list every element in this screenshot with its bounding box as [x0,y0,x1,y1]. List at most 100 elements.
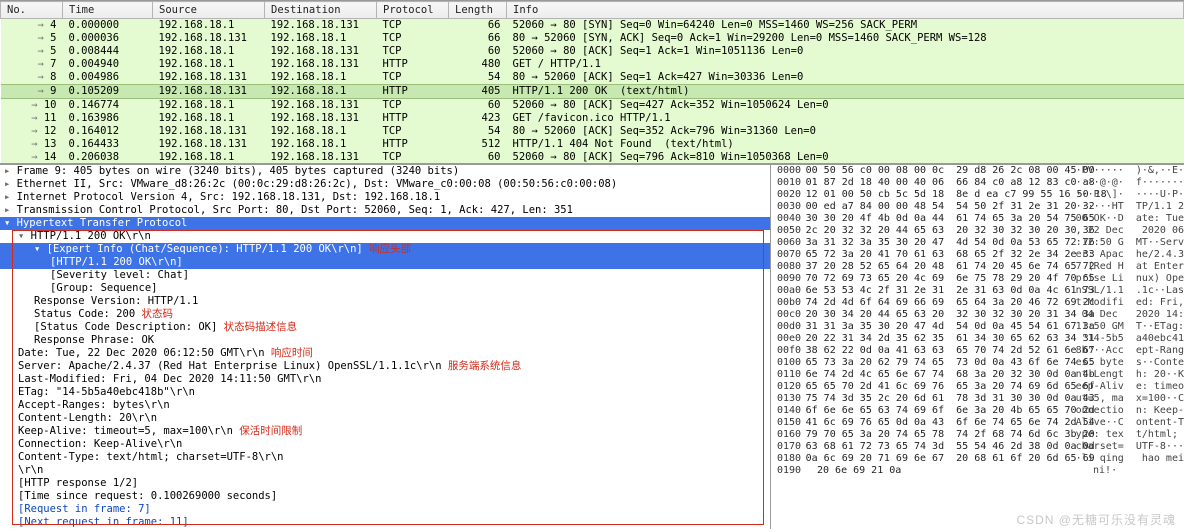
cell-dst: 192.168.18.131 [265,45,377,58]
detail-line[interactable]: HTTP/1.1 200 OK\r\n [0,230,770,243]
cell-src: 192.168.18.131 [153,32,265,45]
hex-bytes: 01 87 2d 18 40 00 40 06 66 84 c0 a8 12 8… [806,177,1076,189]
hex-row[interactable]: 000000 50 56 c0 00 08 00 0c 29 d8 26 2c … [771,165,1184,177]
detail-line[interactable]: Status Code: 200 状态码 [0,308,770,321]
detail-line[interactable]: Server: Apache/2.4.37 (Red Hat Enterpris… [0,360,770,373]
hex-offset: 0010 [777,177,806,189]
hex-row[interactable]: 013075 74 3d 35 2c 20 6d 61 78 3d 31 30 … [771,393,1184,405]
column-header[interactable]: Time [63,2,153,19]
packet-row[interactable]: 140.206038192.168.18.1192.168.18.131TCP6… [1,151,1184,164]
hex-row[interactable]: 00d031 31 3a 35 30 20 47 4d 54 0d 0a 45 … [771,321,1184,333]
hex-offset: 0150 [777,417,806,429]
cell-time: 0.206038 [63,151,153,164]
hex-row[interactable]: 003000 ed a7 84 00 00 48 54 54 50 2f 31 … [771,201,1184,213]
packet-row[interactable]: 120.164012192.168.18.131192.168.18.1TCP5… [1,125,1184,138]
hex-row[interactable]: 015041 6c 69 76 65 0d 0a 43 6f 6e 74 65 … [771,417,1184,429]
packet-row[interactable]: 50.008444192.168.18.1192.168.18.131TCP60… [1,45,1184,58]
hex-ascii: eep-Aliv e: timeo [1076,381,1184,393]
hex-bytes: 30 30 20 4f 4b 0d 0a 44 61 74 65 3a 20 5… [806,213,1076,225]
hex-row[interactable]: 00603a 31 32 3a 35 30 20 47 4d 54 0d 0a … [771,237,1184,249]
cell-no: 7 [1,58,63,71]
column-header[interactable]: Info [507,2,1184,19]
hex-row[interactable]: 012065 65 70 2d 41 6c 69 76 65 3a 20 74 … [771,381,1184,393]
detail-line[interactable]: [Group: Sequence] [0,282,770,295]
cell-no: 14 [1,151,63,164]
hex-ascii: ··-·@·@· f······· [1076,177,1184,189]
detail-line[interactable]: Frame 9: 405 bytes on wire (3240 bits), … [0,165,770,178]
hex-row[interactable]: 009070 72 69 73 65 20 4c 69 6e 75 78 29 … [771,273,1184,285]
packet-row[interactable]: 70.004940192.168.18.1192.168.18.131HTTP4… [1,58,1184,71]
cell-src: 192.168.18.131 [153,71,265,85]
packet-row[interactable]: 100.146774192.168.18.1192.168.18.131TCP6… [1,99,1184,113]
detail-line[interactable]: [Status Code Description: OK] 状态码描述信息 [0,321,770,334]
hex-row[interactable]: 00b074 2d 4d 6f 64 69 66 69 65 64 3a 20 … [771,297,1184,309]
detail-line[interactable]: Transmission Control Protocol, Src Port:… [0,204,770,217]
hex-dump-pane[interactable]: 000000 50 56 c0 00 08 00 0c 29 d8 26 2c … [771,164,1184,529]
packet-row[interactable]: 80.004986192.168.18.131192.168.18.1TCP54… [1,71,1184,85]
detail-line[interactable]: [HTTP response 1/2] [0,477,770,490]
packet-table[interactable]: No.TimeSourceDestinationProtocolLengthIn… [0,1,1184,164]
hex-row[interactable]: 019020 6e 69 21 0a ni!· [771,465,1184,477]
hex-row[interactable]: 01406f 6e 6e 65 63 74 69 6f 6e 3a 20 4b … [771,405,1184,417]
detail-line[interactable]: ETag: "14-5b5a40ebc418b"\r\n [0,386,770,399]
detail-line[interactable]: Content-Length: 20\r\n [0,412,770,425]
cell-time: 0.000036 [63,32,153,45]
detail-line[interactable]: Content-Type: text/html; charset=UTF-8\r… [0,451,770,464]
packet-row[interactable]: 130.164433192.168.18.131192.168.18.1HTTP… [1,138,1184,151]
packet-row[interactable]: 110.163986192.168.18.1192.168.18.131HTTP… [1,112,1184,125]
detail-line[interactable]: [Expert Info (Chat/Sequence): HTTP/1.1 2… [0,243,770,256]
hex-row[interactable]: 008037 20 28 52 65 64 20 48 61 74 20 45 … [771,261,1184,273]
hex-offset: 0130 [777,393,806,405]
cell-time: 0.146774 [63,99,153,113]
detail-line[interactable]: Response Version: HTTP/1.1 [0,295,770,308]
hex-offset: 0040 [777,213,806,225]
hex-row[interactable]: 001001 87 2d 18 40 00 40 06 66 84 c0 a8 … [771,177,1184,189]
hex-row[interactable]: 002012 01 00 50 cb 5c 5d 18 8e d ea c7 9… [771,189,1184,201]
cell-proto: TCP [377,32,449,45]
detail-line[interactable]: Response Phrase: OK [0,334,770,347]
detail-line[interactable]: Last-Modified: Fri, 04 Dec 2020 14:11:50… [0,373,770,386]
detail-line[interactable]: [Request in frame: 7] [0,503,770,516]
hex-ascii: 00 OK··D ate: Tue [1076,213,1184,225]
hex-row[interactable]: 017063 68 61 72 73 65 74 3d 55 54 46 2d … [771,441,1184,453]
detail-line[interactable]: [Severity level: Chat] [0,269,770,282]
cell-len: 66 [449,32,507,45]
hex-row[interactable]: 016079 70 65 3a 20 74 65 78 74 2f 68 74 … [771,429,1184,441]
packet-row[interactable]: 40.000000192.168.18.1192.168.18.131TCP66… [1,19,1184,33]
column-header[interactable]: Destination [265,2,377,19]
column-header[interactable]: Source [153,2,265,19]
detail-line[interactable]: Hypertext Transfer Protocol [0,217,770,230]
detail-line[interactable]: Date: Tue, 22 Dec 2020 06:12:50 GMT\r\n … [0,347,770,360]
hex-row[interactable]: 00502c 20 32 32 20 44 65 63 20 32 30 32 … [771,225,1184,237]
detail-line[interactable]: Ethernet II, Src: VMware_d8:26:2c (00:0c… [0,178,770,191]
column-header[interactable]: No. [1,2,63,19]
hex-row[interactable]: 007065 72 3a 20 41 70 61 63 68 65 2f 32 … [771,249,1184,261]
detail-line[interactable]: Keep-Alive: timeout=5, max=100\r\n 保活时间限… [0,425,770,438]
packet-table-header: No.TimeSourceDestinationProtocolLengthIn… [1,2,1184,19]
hex-row[interactable]: 00a06e 53 53 4c 2f 31 2e 31 2e 31 63 0d … [771,285,1184,297]
detail-line[interactable]: Connection: Keep-Alive\r\n [0,438,770,451]
hex-row[interactable]: 00e020 22 31 34 2d 35 62 35 61 34 30 65 … [771,333,1184,345]
hex-row[interactable]: 010065 73 3a 20 62 79 74 65 73 0d 0a 43 … [771,357,1184,369]
detail-line[interactable]: Accept-Ranges: bytes\r\n [0,399,770,412]
column-header[interactable]: Length [449,2,507,19]
packet-details-pane[interactable]: Frame 9: 405 bytes on wire (3240 bits), … [0,164,771,529]
cell-len: 54 [449,71,507,85]
hex-row[interactable]: 00f038 62 22 0d 0a 41 63 63 65 70 74 2d … [771,345,1184,357]
detail-line[interactable]: [Time since request: 0.100269000 seconds… [0,490,770,503]
packet-row[interactable]: 50.000036192.168.18.131192.168.18.1TCP66… [1,32,1184,45]
packet-row[interactable]: 90.105209192.168.18.131192.168.18.1HTTP4… [1,85,1184,99]
column-header[interactable]: Protocol [377,2,449,19]
detail-line[interactable]: Internet Protocol Version 4, Src: 192.16… [0,191,770,204]
cell-src: 192.168.18.1 [153,19,265,33]
hex-row[interactable]: 01106e 74 2d 4c 65 6e 67 74 68 3a 20 32 … [771,369,1184,381]
detail-line[interactable]: [Next request in frame: 11] [0,516,770,529]
cell-proto: TCP [377,125,449,138]
detail-line[interactable]: \r\n [0,464,770,477]
packet-list-pane[interactable]: No.TimeSourceDestinationProtocolLengthIn… [0,0,1184,164]
hex-row[interactable]: 004030 30 20 4f 4b 0d 0a 44 61 74 65 3a … [771,213,1184,225]
cell-time: 0.164012 [63,125,153,138]
hex-row[interactable]: 00c020 30 34 20 44 65 63 20 32 30 32 30 … [771,309,1184,321]
detail-line[interactable]: [HTTP/1.1 200 OK\r\n] [0,256,770,269]
hex-row[interactable]: 01800a 6c 69 20 71 69 6e 67 20 68 61 6f … [771,453,1184,465]
